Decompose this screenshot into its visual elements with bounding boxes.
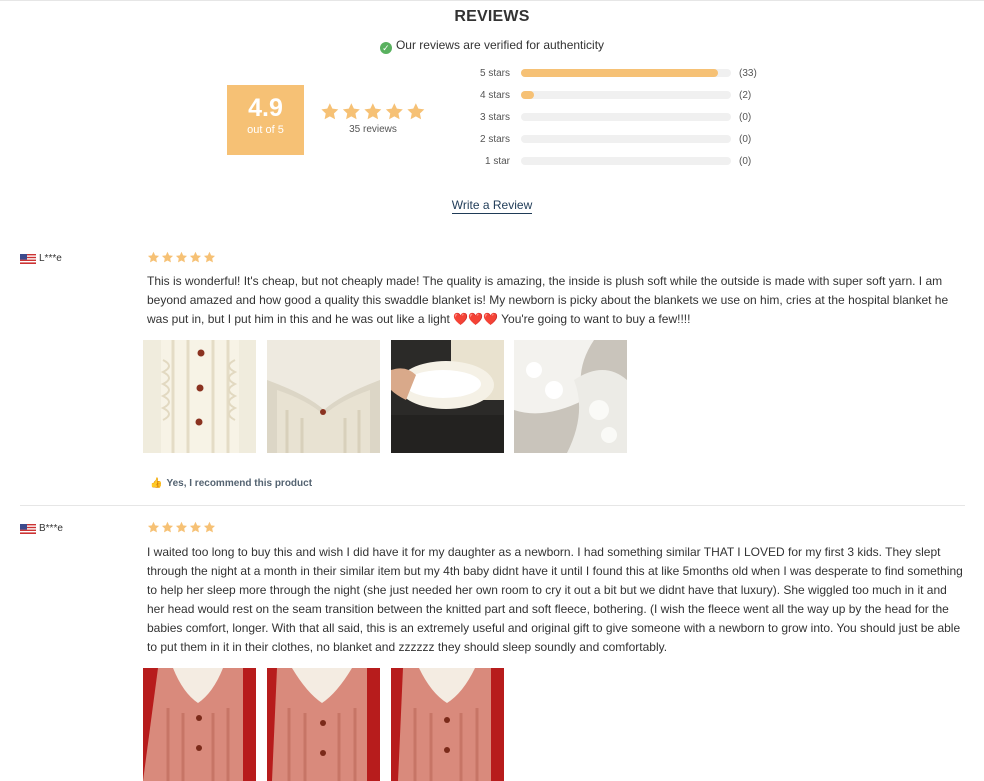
write-review-link[interactable]: Write a Review	[451, 198, 533, 214]
rating-row-4[interactable]: 4 stars (2)	[470, 86, 770, 108]
star-icon	[342, 103, 360, 120]
star-icon	[203, 251, 216, 263]
star-icon	[161, 521, 174, 533]
review-photo[interactable]	[514, 340, 627, 453]
star-icon	[203, 521, 216, 533]
write-review-container: Write a Review	[0, 198, 984, 214]
summary-star-rating	[321, 103, 425, 120]
rating-row-1[interactable]: 1 star (0)	[470, 152, 770, 174]
recommend-note: 👍 Yes, I recommend this product	[150, 478, 312, 489]
star-icon	[147, 521, 160, 533]
heart-emoji: ❤️❤️❤️	[453, 312, 499, 326]
review-photo[interactable]	[391, 668, 504, 781]
rating-bar-track	[521, 69, 731, 77]
rating-row-5[interactable]: 5 stars (33)	[470, 64, 770, 86]
rating-bar-fill	[521, 69, 719, 77]
rating-row-label: 4 stars	[479, 90, 510, 101]
rating-row-2[interactable]: 2 stars (0)	[470, 130, 770, 152]
star-icon	[175, 521, 188, 533]
star-icon	[175, 251, 188, 263]
rating-row-label: 3 stars	[479, 112, 510, 123]
review-photo[interactable]	[143, 668, 256, 781]
star-icon	[161, 251, 174, 263]
reviewer-name: B***e	[39, 523, 63, 534]
review-photo[interactable]	[267, 668, 380, 781]
review-photo[interactable]	[391, 340, 504, 453]
rating-row-count: (0)	[739, 134, 752, 145]
review-text: This is wonderful! It's cheap, but not c…	[147, 272, 967, 329]
average-score-box: 4.9 out of 5	[227, 85, 304, 155]
us-flag-icon	[20, 524, 36, 534]
rating-bar-track	[521, 135, 731, 143]
review-count: 35 reviews	[349, 124, 397, 135]
review-text: I waited too long to buy this and wish I…	[147, 545, 963, 654]
rating-bar-track	[521, 157, 731, 165]
thumbs-up-icon: 👍	[150, 478, 163, 489]
us-flag-icon	[20, 254, 36, 264]
average-score: 4.9	[248, 94, 283, 122]
review-star-rating	[147, 251, 216, 263]
star-icon	[364, 103, 382, 120]
reviewer-name: L***e	[39, 253, 62, 264]
review-star-rating	[147, 521, 216, 533]
recommend-text: Yes, I recommend this product	[166, 478, 313, 489]
check-icon: ✓	[379, 42, 392, 54]
rating-row-label: 1 star	[484, 156, 510, 167]
verified-notice: ✓ Our reviews are verified for authentici…	[0, 38, 984, 54]
review-photo[interactable]	[267, 340, 380, 453]
rating-bar-fill	[521, 91, 534, 99]
star-icon	[385, 103, 403, 120]
score-scale: out of 5	[247, 124, 284, 136]
rating-row-count: (0)	[739, 156, 752, 167]
rating-row-count: (0)	[739, 112, 752, 123]
star-icon	[189, 521, 202, 533]
star-icon	[407, 103, 425, 120]
rating-row-count: (2)	[739, 90, 752, 101]
rating-row-3[interactable]: 3 stars (0)	[470, 108, 770, 130]
rating-bar-track	[521, 113, 731, 121]
star-icon	[147, 251, 160, 263]
rating-bar-track	[521, 91, 731, 99]
review-photo[interactable]	[143, 340, 256, 453]
rating-row-label: 2 stars	[479, 134, 510, 145]
review-divider	[20, 505, 965, 506]
reviews-heading: REVIEWS	[454, 8, 530, 25]
rating-row-label: 5 stars	[479, 68, 510, 79]
verified-text: Our reviews are verified for authenticit…	[395, 38, 605, 52]
rating-row-count: (33)	[739, 68, 757, 79]
star-icon	[189, 251, 202, 263]
review-text-end: You're going to want to buy a few!!!!	[501, 312, 691, 326]
star-icon	[321, 103, 339, 120]
top-divider	[0, 0, 984, 1]
